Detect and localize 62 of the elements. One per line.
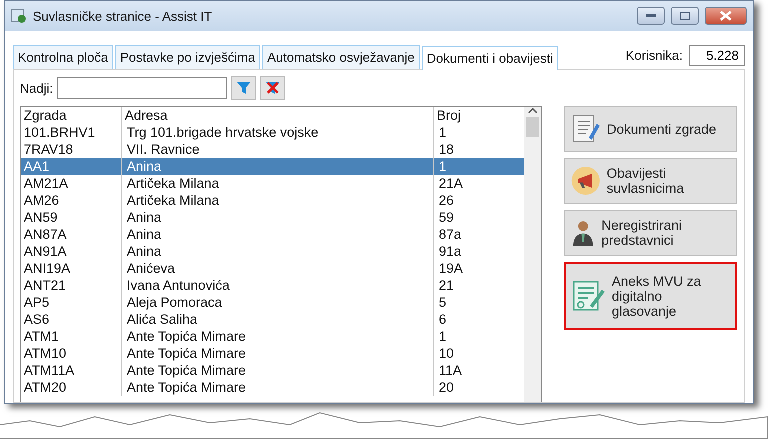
tab[interactable]: Automatsko osvježavanje [262,45,420,69]
table-cell: Anina [121,226,433,243]
table-cell-text: ATM20 [23,379,68,396]
table-cell: Trg 101.brigade hrvatske vojske [121,124,433,141]
table-cell-text: AP5 [23,294,51,311]
table-cell-text: ANT21 [23,277,68,294]
megaphone-icon [571,164,601,198]
column-header[interactable]: Zgrada [21,107,121,124]
window-title: Suvlasničke stranice - Assist IT [33,8,214,24]
table-cell: Ante Topića Mimare [121,379,433,396]
table-cell-text: ATM11A [23,362,76,379]
scroll-up-icon[interactable] [528,107,538,115]
table-cell-text: AN59 [23,209,59,226]
close-button[interactable] [705,7,747,25]
table-cell-text: 101.BRHV1 [23,124,96,141]
table-cell: Anina [121,209,433,226]
table-cell: Ivana Antunovića [121,277,433,294]
table-cell-text: AM26 [23,192,60,209]
close-icon [720,11,732,21]
maximize-icon [680,12,690,20]
search-label: Nadji: [20,80,54,96]
table-cell-text: AA1 [23,158,51,175]
minimize-button[interactable] [637,7,665,25]
table-cell-text: ATM1 [23,328,60,345]
table-cell: Artičeka Milana [121,175,433,192]
search-field[interactable] [57,77,228,99]
table-cell: Ante Topića Mimare [121,362,433,379]
tab[interactable]: Dokumenti i obavijesti [422,46,558,70]
minimize-icon [646,14,656,18]
table-cell-text: AN91A [23,243,68,260]
table-row[interactable]: AA1 Anina 1 [21,158,524,175]
table-cell-text: 7RAV18 [23,141,74,158]
action-button[interactable]: Neregistrirani predstavnici [564,210,737,256]
table-cell-text: AS6 [23,311,51,328]
table-cell-text: ATM10 [23,345,68,362]
table-cell-text: AN87A [23,226,68,243]
maximize-button[interactable] [671,7,699,25]
table-cell: Anina [121,243,433,260]
table-cell: Anina [121,158,433,175]
table-cell: Artičeka Milana [121,192,433,209]
clear-filter-icon [264,81,281,95]
filter-button[interactable] [231,76,256,100]
app-icon [11,8,27,24]
users-label: Korisnika: [626,48,683,62]
users-count: 5.228 [689,44,745,66]
table-cell: Anićeva [121,260,433,277]
action-button[interactable]: Dokumenti zgrade [564,106,737,152]
table-cell: Aleja Pomoraca [121,294,433,311]
action-button[interactable]: Aneks MVU za digitalno glasovanje [564,262,737,330]
table-cell: Alića Saliha [121,311,433,328]
table-cell-text: AM21A [23,175,70,192]
filter-icon [236,81,252,95]
column-header[interactable]: Adresa [121,107,433,124]
table-cell: Ante Topića Mimare [121,345,433,362]
scrollbar[interactable] [524,107,541,402]
scrollbar-thumb[interactable] [526,117,539,137]
clear-filter-button[interactable] [260,76,286,100]
table-cell-text: ANI19A [23,260,72,277]
table-cell: Ante Topića Mimare [121,328,433,345]
tab[interactable]: Postavke po izvješćima [115,45,260,69]
tab[interactable]: Kontrolna ploča [13,45,114,69]
action-button[interactable]: Obavijesti suvlasnicima [564,158,737,204]
